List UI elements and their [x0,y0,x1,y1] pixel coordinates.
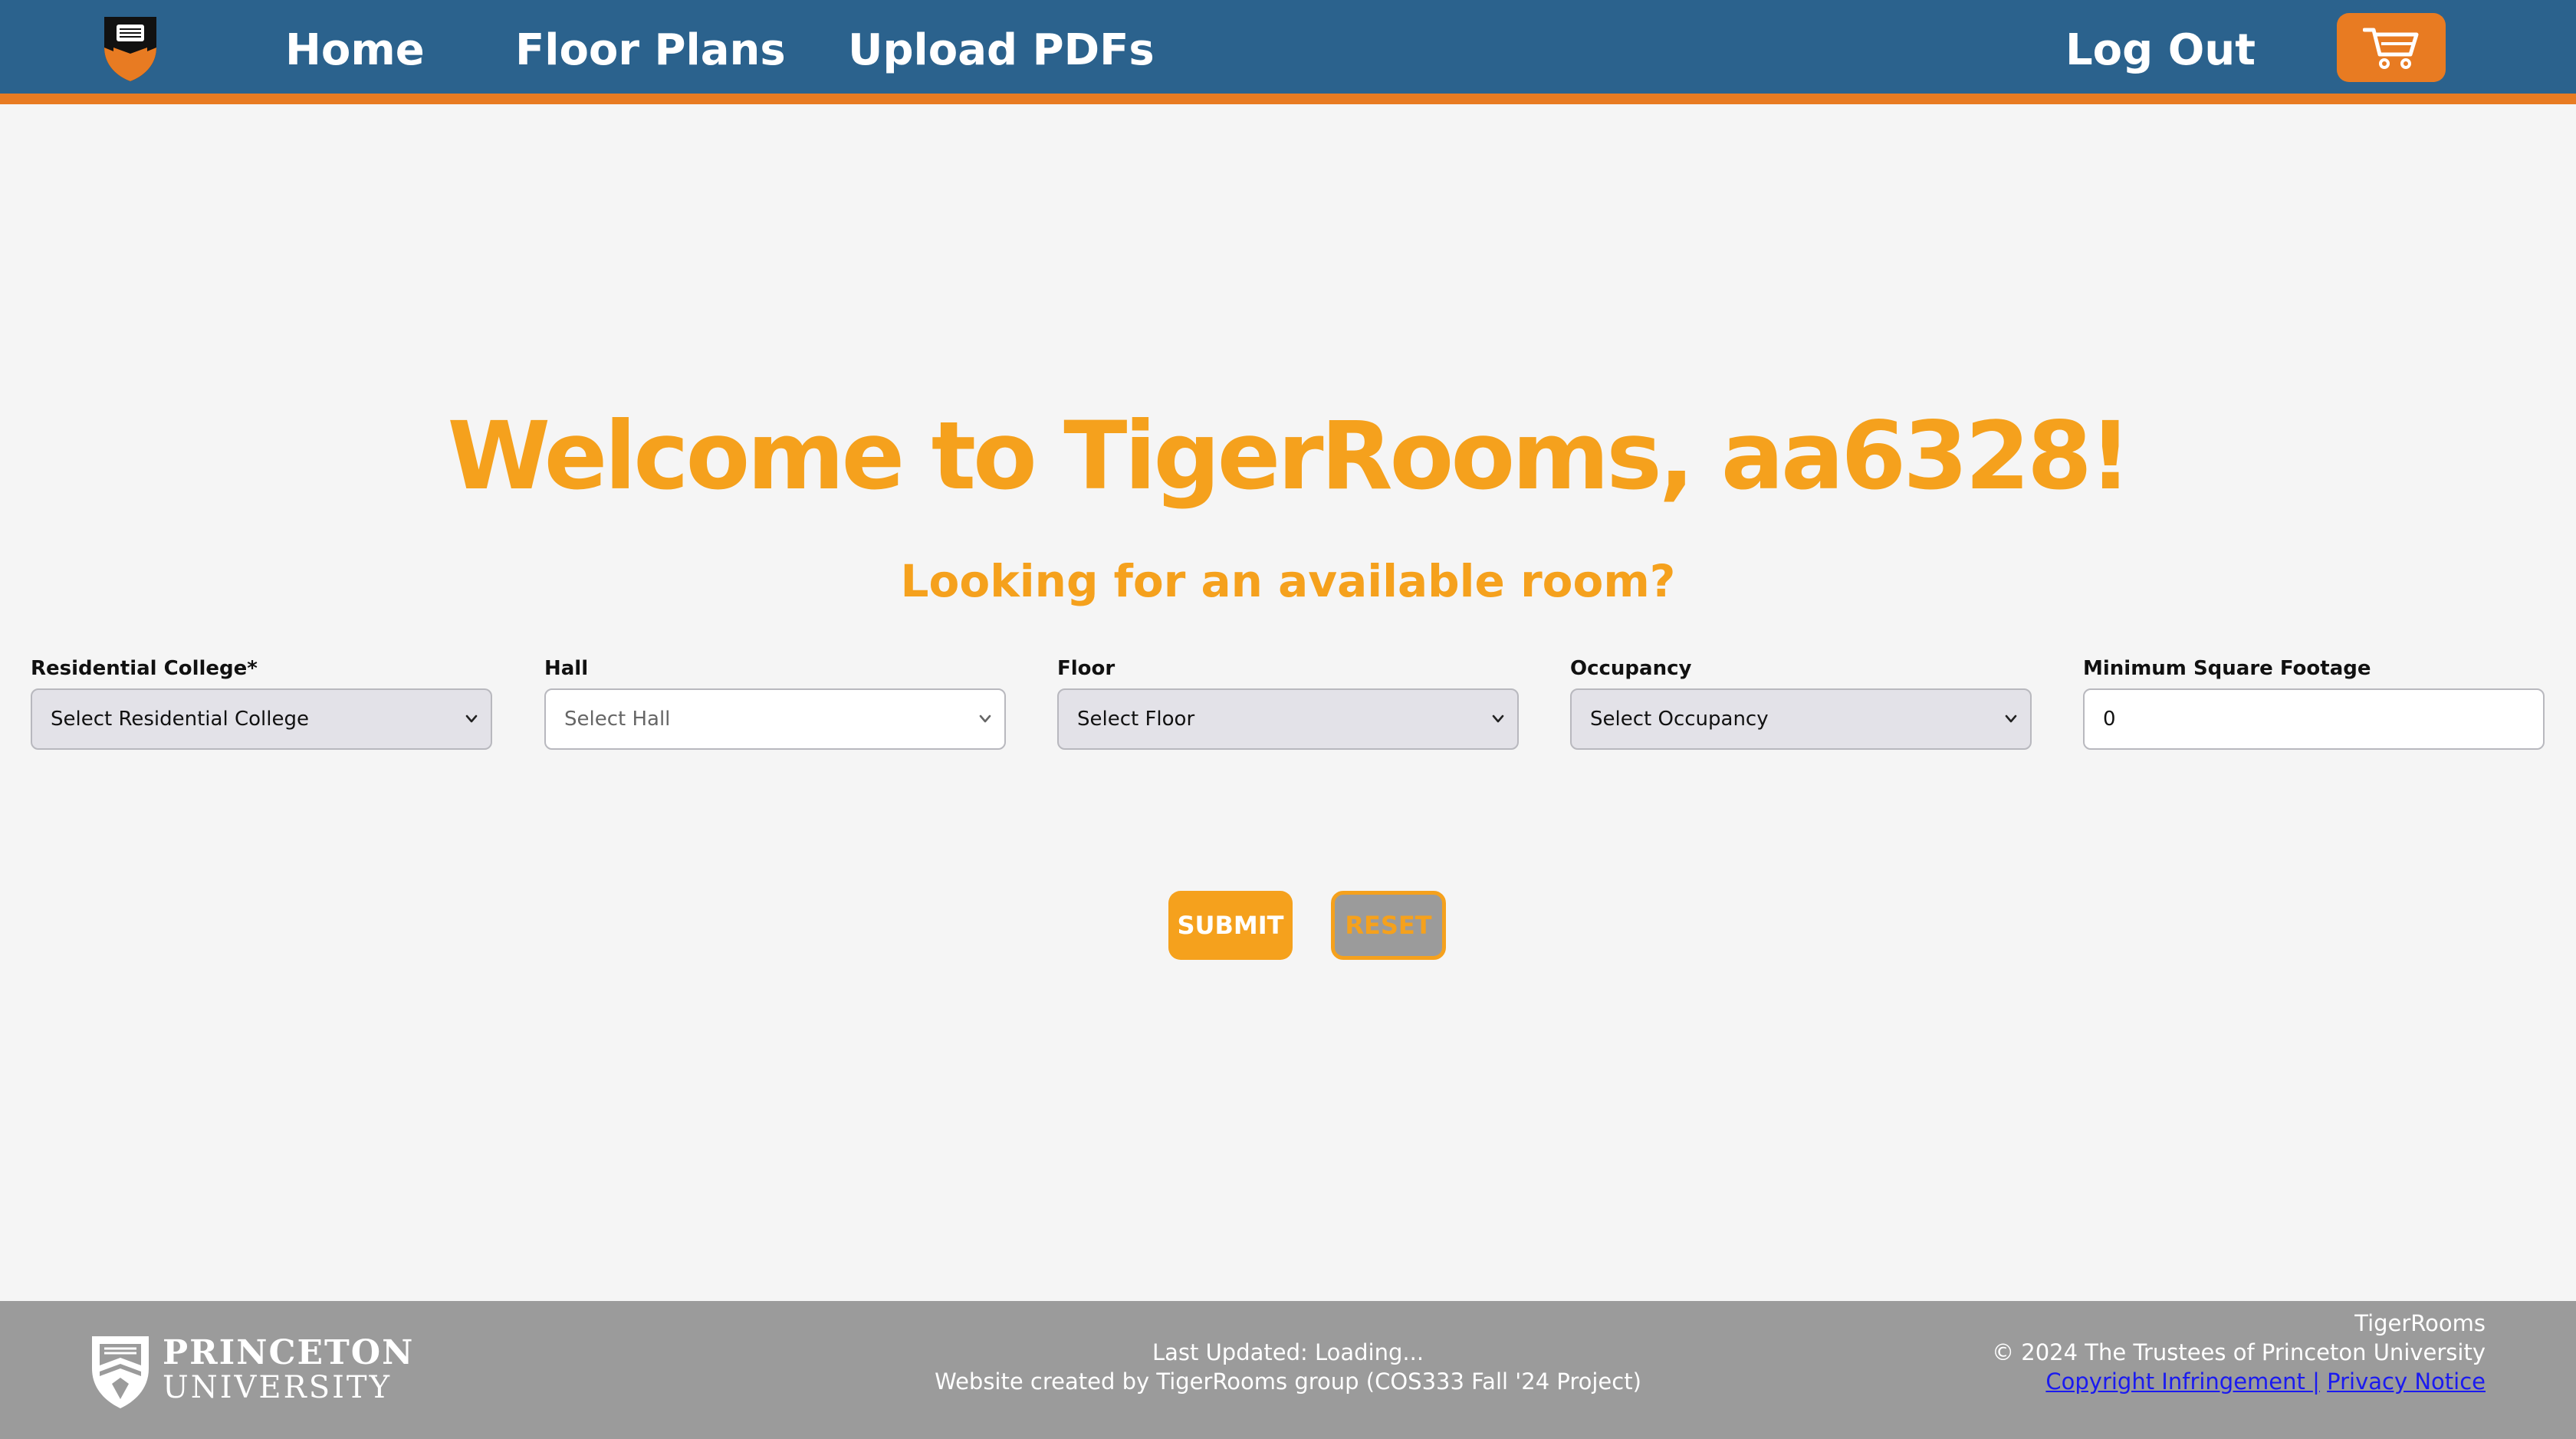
residential-college-field: Residential College* Select Residential … [31,652,492,750]
page-footer: PRINCETON UNIVERSITY Last Updated: Loadi… [0,1301,2576,1439]
hall-label: Hall [544,657,589,680]
nav-log-out-link[interactable]: Log Out [2065,18,2256,83]
occupancy-field: Occupancy Select Occupancy [1570,652,2032,750]
chevron-down-icon [979,715,991,723]
subtitle-heading: Looking for an available room? [900,555,1676,607]
floor-value: Select Floor [1077,708,1195,731]
shopping-cart-icon [2363,28,2419,69]
min-square-footage-label: Minimum Square Footage [2083,657,2371,680]
princeton-university-logo[interactable]: PRINCETON UNIVERSITY [89,1330,412,1410]
university-wordmark: UNIVERSITY [163,1370,393,1405]
residential-college-select[interactable]: Select Residential College [31,688,492,750]
residential-college-value: Select Residential College [51,708,309,731]
min-square-footage-field: Minimum Square Footage 0 [2083,652,2545,750]
princeton-shield-icon[interactable] [100,12,161,83]
min-square-footage-value: 0 [2103,708,2116,731]
hall-field: Hall Select Hall [544,652,1006,750]
privacy-notice-link[interactable]: Privacy Notice [2327,1368,2486,1395]
submit-button[interactable]: SUBMIT [1168,891,1293,960]
min-square-footage-input[interactable]: 0 [2083,688,2545,750]
footer-links: Copyright Infringement | Privacy Notice [1642,1367,2486,1396]
cart-button[interactable] [2337,13,2446,82]
copyright-text: © 2024 The Trustees of Princeton Univers… [1992,1339,2486,1365]
footer-right-info: TigerRooms © 2024 The Trustees of Prince… [1642,1309,2486,1396]
floor-label: Floor [1057,657,1116,680]
residential-college-label: Residential College* [31,657,258,680]
reset-button[interactable]: RESET [1331,891,1446,960]
chevron-down-icon [1492,715,1504,723]
nav-home-link[interactable]: Home [285,18,425,83]
hall-select[interactable]: Select Hall [544,688,1006,750]
occupancy-value: Select Occupancy [1590,708,1769,731]
chevron-down-icon [2005,715,2017,723]
floor-select[interactable]: Select Floor [1057,688,1519,750]
princeton-wordmark: PRINCETON [163,1333,415,1372]
footer-link-separator: | [2312,1368,2320,1395]
occupancy-label: Occupancy [1570,657,1692,680]
top-navbar: Home Floor Plans Upload PDFs Log Out [0,0,2576,104]
copyright-infringement-link[interactable]: Copyright Infringement [2045,1368,2312,1395]
hall-value: Select Hall [564,708,671,731]
site-name-text: TigerRooms [2354,1310,2486,1336]
floor-field: Floor Select Floor [1057,652,1519,750]
nav-upload-pdfs-link[interactable]: Upload PDFs [848,18,1155,83]
occupancy-select[interactable]: Select Occupancy [1570,688,2032,750]
chevron-down-icon [465,715,478,723]
welcome-heading: Welcome to TigerRooms, aa6328! [447,402,2131,511]
princeton-shield-icon [92,1336,149,1408]
nav-floor-plans-link[interactable]: Floor Plans [515,18,786,83]
